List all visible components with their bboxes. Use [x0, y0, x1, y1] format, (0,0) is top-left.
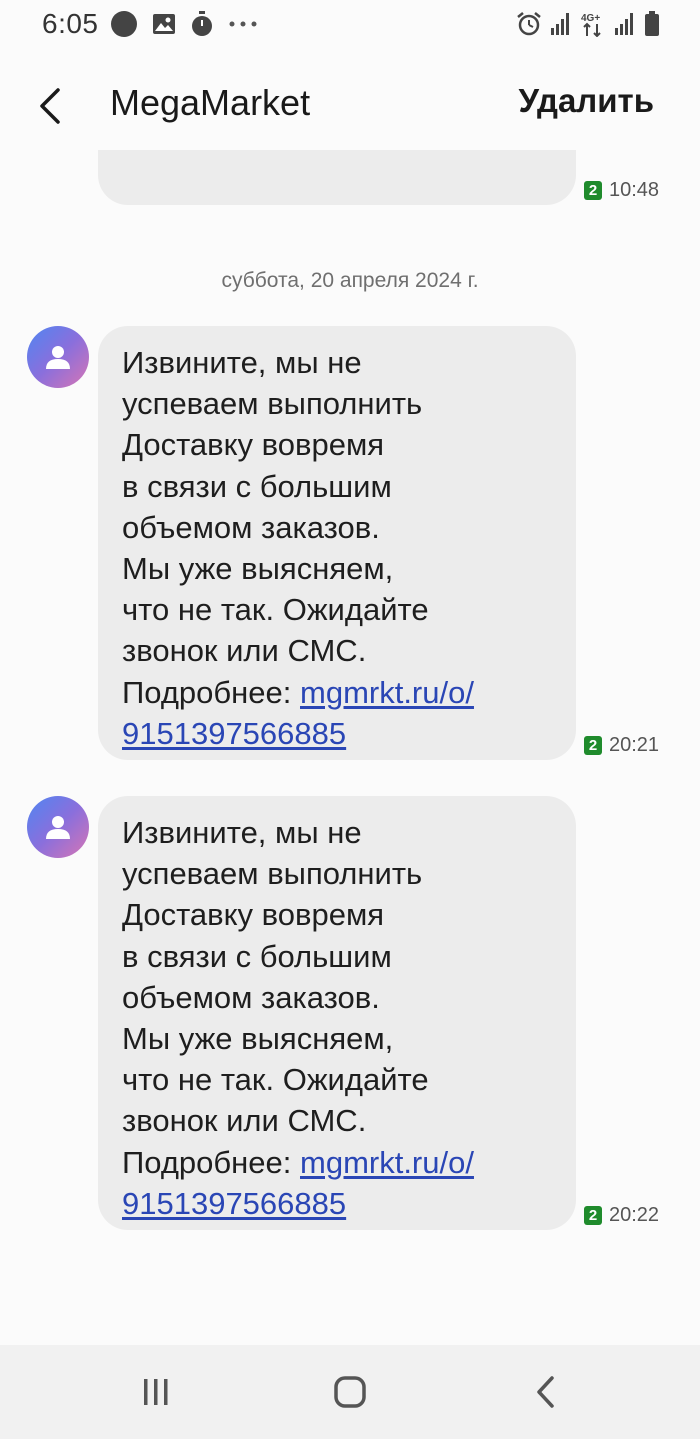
- more-icon: [229, 21, 257, 27]
- status-right-icons: 4G+: [516, 10, 660, 38]
- signal-icon: [615, 13, 633, 35]
- message-line: объемом заказов.: [122, 509, 380, 545]
- status-bar: 6:05 4G+: [0, 0, 700, 50]
- dot-icon: [111, 11, 137, 37]
- message-line: Мы уже выясняем,: [122, 551, 394, 587]
- message-line: объемом заказов.: [122, 979, 380, 1015]
- person-icon: [46, 346, 70, 369]
- message-meta: 2 20:21: [584, 734, 659, 757]
- gallery-icon: [153, 14, 175, 34]
- message-line: Доставку вовремя: [122, 897, 385, 933]
- alarm-icon: [517, 12, 541, 36]
- home-button[interactable]: [320, 1365, 380, 1419]
- avatar[interactable]: [27, 796, 89, 858]
- message-time: 10:48: [609, 179, 660, 201]
- message-link[interactable]: 9151397566885: [122, 1186, 346, 1221]
- network-4g-icon: 4G+: [581, 13, 601, 37]
- message-meta: 2 20:22: [584, 1204, 659, 1227]
- network-badge-text: 4G+: [581, 13, 600, 24]
- recent-apps-button[interactable]: [126, 1365, 186, 1419]
- link-prefix: Подробнее:: [122, 1144, 300, 1180]
- message-line: Мы уже выясняем,: [122, 1021, 394, 1057]
- timer-icon: [192, 11, 212, 36]
- app-bar: MegaMarket Удалить: [0, 60, 700, 150]
- message-line: успеваем выполнить: [122, 386, 423, 422]
- back-arrow-icon: [40, 88, 60, 124]
- message-line: звонок или СМС.: [122, 633, 367, 669]
- battery-icon: [645, 11, 659, 36]
- back-button[interactable]: [22, 78, 78, 134]
- avatar[interactable]: [27, 326, 89, 388]
- sim-badge: 2: [584, 736, 602, 755]
- back-icon: [537, 1376, 554, 1408]
- message-link[interactable]: mgmrkt.ru/o/: [300, 675, 474, 710]
- message-line: что не так. Ожидайте: [122, 592, 429, 628]
- message-link[interactable]: mgmrkt.ru/o/: [300, 1145, 474, 1180]
- status-left-icons: [110, 10, 258, 38]
- message-line: в связи с большим: [122, 938, 392, 974]
- message-bubble[interactable]: Извините, мы не успеваем выполнить Доста…: [98, 326, 576, 760]
- person-icon: [46, 816, 70, 839]
- sim-badge: 2: [584, 1206, 602, 1225]
- message-meta: 2 10:48: [584, 179, 659, 202]
- date-separator: суббота, 20 апреля 2024 г.: [221, 269, 479, 292]
- link-prefix: Подробнее:: [122, 674, 300, 710]
- conversation-title: MegaMarket: [110, 82, 311, 123]
- sim-badge: 2: [584, 181, 602, 200]
- message-line: звонок или СМС.: [122, 1103, 367, 1139]
- message-line: в связи с большим: [122, 468, 392, 504]
- nav-back-button[interactable]: [516, 1365, 576, 1419]
- recent-apps-icon: [144, 1379, 168, 1405]
- message-time: 20:21: [609, 734, 660, 756]
- signal-icon: [551, 13, 569, 35]
- message-line: Доставку вовремя: [122, 427, 385, 463]
- message-list[interactable]: 9151397566885 2 10:48 суббота, 20 апреля…: [0, 150, 700, 1345]
- message-link[interactable]: 9151397566885: [122, 716, 346, 751]
- message-time: 20:22: [609, 1204, 660, 1226]
- message-bubble[interactable]: Извините, мы не успеваем выполнить Доста…: [98, 796, 576, 1230]
- message-bubble[interactable]: 9151397566885: [98, 150, 576, 205]
- message-line: успеваем выполнить: [122, 856, 423, 892]
- status-time: 6:05: [42, 8, 99, 39]
- message-line: что не так. Ожидайте: [122, 1062, 429, 1098]
- delete-button[interactable]: Удалить: [519, 82, 654, 120]
- message-line: Извините, мы не: [122, 345, 362, 380]
- message-line: Извините, мы не: [122, 815, 362, 850]
- navigation-bar: [0, 1345, 700, 1439]
- home-icon: [334, 1376, 366, 1408]
